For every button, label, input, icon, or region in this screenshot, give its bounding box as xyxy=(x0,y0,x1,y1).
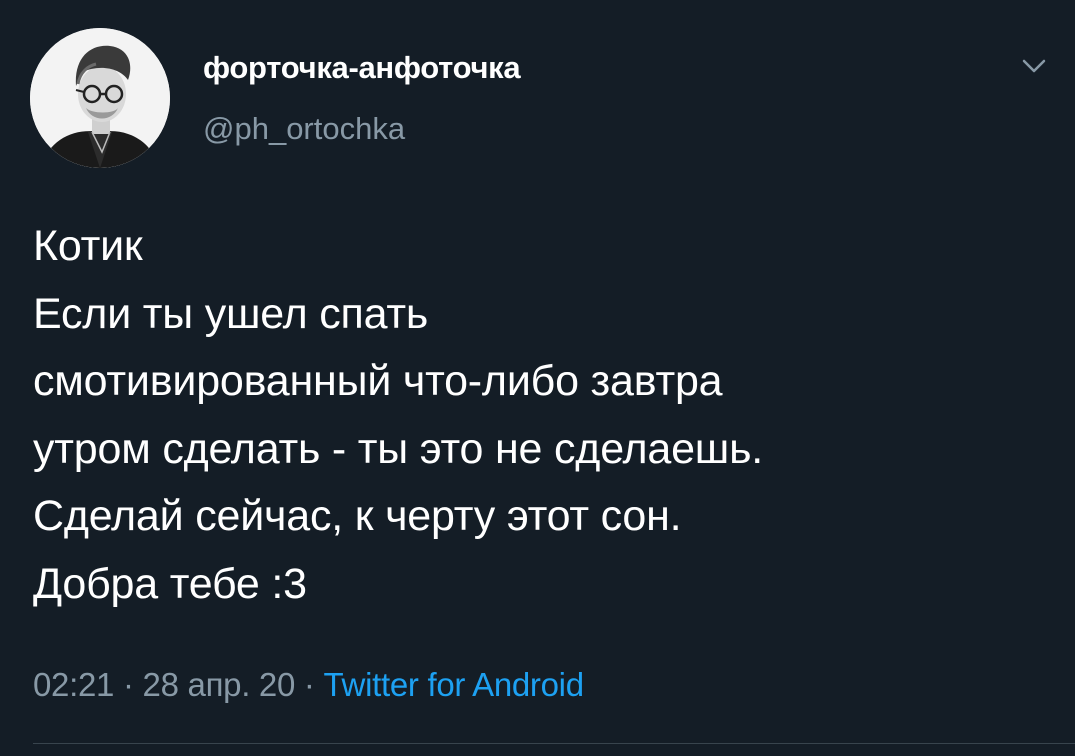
tweet-time[interactable]: 02:21 xyxy=(33,666,114,703)
author-display-name[interactable]: форточка-анфоточка xyxy=(203,50,521,86)
tweet-text-line: Добра тебе :3 xyxy=(33,559,307,608)
tweet-text-line: Котик xyxy=(33,222,143,270)
tweet-text-line: Сделай сейчас, к черту этот сон. xyxy=(33,492,682,540)
tweet-date[interactable]: 28 апр. 20 xyxy=(143,666,296,703)
avatar-photo xyxy=(30,28,170,168)
divider xyxy=(33,743,1075,744)
tweet-detail: форточка-анфоточка @ph_ortochka Котик Ес… xyxy=(0,0,1075,756)
chevron-down-icon[interactable] xyxy=(1016,52,1052,80)
tweet-text-line: утром сделать - ты это не сделаешь. xyxy=(33,424,764,473)
tweet-source-link[interactable]: Twitter for Android xyxy=(324,666,585,703)
meta-separator: · xyxy=(303,666,315,703)
tweet-text: Котик Если ты ушел спать смотивированный… xyxy=(33,213,1063,618)
meta-separator: · xyxy=(122,666,134,703)
tweet-metadata: 02:21 · 28 апр. 20 · Twitter for Android xyxy=(33,666,584,704)
author-username[interactable]: @ph_ortochka xyxy=(203,111,405,147)
tweet-text-line: смотивированный что-либо завтра xyxy=(33,357,723,405)
tweet-text-line: Если ты ушел спать xyxy=(33,289,429,338)
avatar[interactable] xyxy=(30,28,170,168)
